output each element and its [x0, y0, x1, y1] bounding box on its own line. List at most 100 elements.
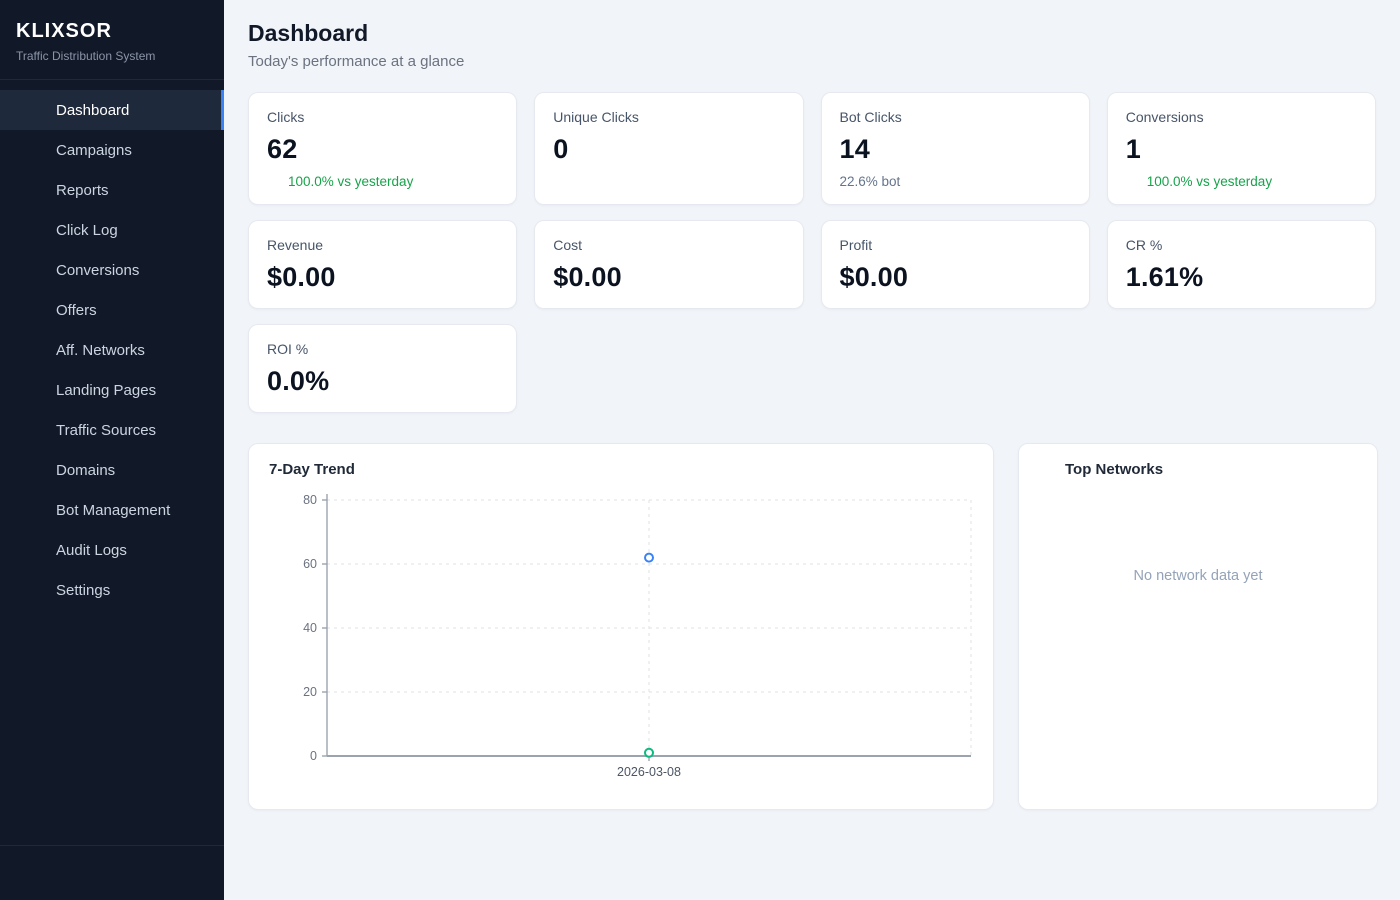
sidebar-item-label: Offers [56, 302, 97, 319]
stat-card-header: CR % [1126, 236, 1357, 253]
dollar-icon [481, 236, 498, 253]
stat-delta-text: 100.0% vs yesterday [288, 174, 413, 189]
stat-delta: 100.0% vs yesterday [267, 174, 498, 189]
sidebar-item-label: Aff. Networks [56, 342, 145, 359]
sidebar-item-dashboard[interactable]: Dashboard [0, 90, 224, 130]
y-axis-tick-label: 40 [303, 621, 317, 635]
building-icon [1181, 524, 1215, 558]
arrow-right-left-icon [1340, 108, 1357, 125]
brand: KLIXSOR Traffic Distribution System [0, 0, 224, 80]
stat-value: $0.00 [553, 262, 784, 293]
sidebar-item-label: Conversions [56, 262, 139, 279]
shield-icon [24, 541, 42, 559]
stat-card-header: Clicks [267, 108, 498, 125]
mouse-pointer-click-icon [24, 221, 42, 239]
stat-delta-text: 100.0% vs yesterday [1147, 174, 1272, 189]
stat-label: Profit [840, 237, 873, 253]
sidebar-item-aff-networks[interactable]: Aff. Networks [0, 330, 224, 370]
sidebar-item-landing-pages[interactable]: Landing Pages [0, 370, 224, 410]
x-axis-tick-label: 2026-03-08 [617, 765, 681, 779]
data-point-clicks[interactable] [645, 554, 653, 562]
stat-card-conversions: Conversions 1 100.0% vs yesterday [1107, 92, 1376, 205]
percent-icon [1340, 236, 1357, 253]
trend-chart-svg: 0204060802026-03-08 [269, 484, 973, 784]
sidebar-item-click-log[interactable]: Click Log [0, 210, 224, 250]
dollar-icon [768, 236, 785, 253]
stat-label: Clicks [267, 109, 304, 125]
trend-chart-title: 7-Day Trend [269, 461, 973, 478]
data-point-conversions[interactable] [645, 749, 653, 757]
arrow-right-left-icon [24, 261, 42, 279]
stat-value: $0.00 [840, 262, 1071, 293]
sidebar-item-label: Traffic Sources [56, 422, 156, 439]
trend-chart: 0204060802026-03-08 [269, 484, 973, 789]
mouse-pointer-click-icon [481, 108, 498, 125]
layout-dashboard-icon [24, 101, 42, 119]
stat-value: 1 [1126, 134, 1357, 165]
stat-label: CR % [1126, 237, 1163, 253]
sidebar-item-label: Click Log [56, 222, 118, 239]
sidebar-item-label: Bot Management [56, 502, 170, 519]
percent-icon [481, 340, 498, 357]
y-axis-tick-label: 20 [303, 685, 317, 699]
stat-label: Unique Clicks [553, 109, 639, 125]
building-icon [1039, 461, 1056, 478]
stat-label: Cost [553, 237, 582, 253]
sidebar-item-offers[interactable]: Offers [0, 290, 224, 330]
page-subtitle: Today's performance at a glance [248, 53, 1376, 70]
sidebar-item-label: Audit Logs [56, 542, 127, 559]
top-networks-card: Top Networks No network data yet [1018, 443, 1378, 810]
top-networks-empty-text: No network data yet [1134, 568, 1263, 584]
stat-value: 1.61% [1126, 262, 1357, 293]
trending-up-icon [267, 174, 282, 189]
stat-card-cr-: CR % 1.61% [1107, 220, 1376, 309]
sidebar-item-conversions[interactable]: Conversions [0, 250, 224, 290]
stat-card-unique-clicks: Unique Clicks 0 [534, 92, 803, 205]
y-axis-tick-label: 60 [303, 557, 317, 571]
stat-label: Bot Clicks [840, 109, 902, 125]
building-icon [1181, 524, 1215, 558]
stat-card-header: Unique Clicks [553, 108, 784, 125]
bot-icon [1054, 108, 1071, 125]
sidebar-item-label: Dashboard [56, 102, 129, 119]
stat-card-header: Profit [840, 236, 1071, 253]
sidebar-item-label: Campaigns [56, 142, 132, 159]
sidebar-item-reports[interactable]: Reports [0, 170, 224, 210]
stat-value: 14 [840, 134, 1071, 165]
sidebar-item-label: Landing Pages [56, 382, 156, 399]
logout-button[interactable] [178, 858, 206, 886]
mouse-pointer-click-icon [768, 108, 785, 125]
file-text-icon [24, 181, 42, 199]
sidebar-footer [0, 845, 224, 900]
stat-value: 62 [267, 134, 498, 165]
sidebar-item-audit-logs[interactable]: Audit Logs [0, 530, 224, 570]
page-title: Dashboard [248, 20, 1376, 47]
stat-subtext: 22.6% bot [840, 174, 1071, 189]
stat-card-cost: Cost $0.00 [534, 220, 803, 309]
top-networks-title: Top Networks [1065, 461, 1163, 478]
globe-icon [24, 461, 42, 479]
stat-value: 0 [553, 134, 784, 165]
sidebar-item-campaigns[interactable]: Campaigns [0, 130, 224, 170]
log-out-icon [182, 862, 202, 882]
main-content: Dashboard Today's performance at a glanc… [224, 0, 1400, 900]
stat-card-header: Cost [553, 236, 784, 253]
sidebar-item-traffic-sources[interactable]: Traffic Sources [0, 410, 224, 450]
stat-value: 0.0% [267, 366, 498, 397]
radio-icon [24, 421, 42, 439]
stat-card-header: Conversions [1126, 108, 1357, 125]
sidebar-item-settings[interactable]: Settings [0, 570, 224, 610]
stat-card-bot-clicks: Bot Clicks 14 22.6% bot [821, 92, 1090, 205]
sidebar-item-label: Domains [56, 462, 115, 479]
stat-card-roi-: ROI % 0.0% [248, 324, 517, 413]
sidebar-item-domains[interactable]: Domains [0, 450, 224, 490]
stat-card-revenue: Revenue$0.00 [248, 220, 517, 309]
stats-grid: Clicks 62 100.0% vs yesterday Unique Clicks… [248, 92, 1376, 413]
sidebar-item-bot-management[interactable]: Bot Management [0, 490, 224, 530]
y-axis-tick-label: 0 [310, 749, 317, 763]
dollar-icon [1054, 236, 1071, 253]
top-networks-empty-state: No network data yet [1039, 524, 1357, 584]
stat-card-header: Bot Clicks [840, 108, 1071, 125]
stat-card-header: ROI % [267, 340, 498, 357]
sidebar-nav: Dashboard Campaigns Reports Click Log Conver… [0, 80, 224, 845]
